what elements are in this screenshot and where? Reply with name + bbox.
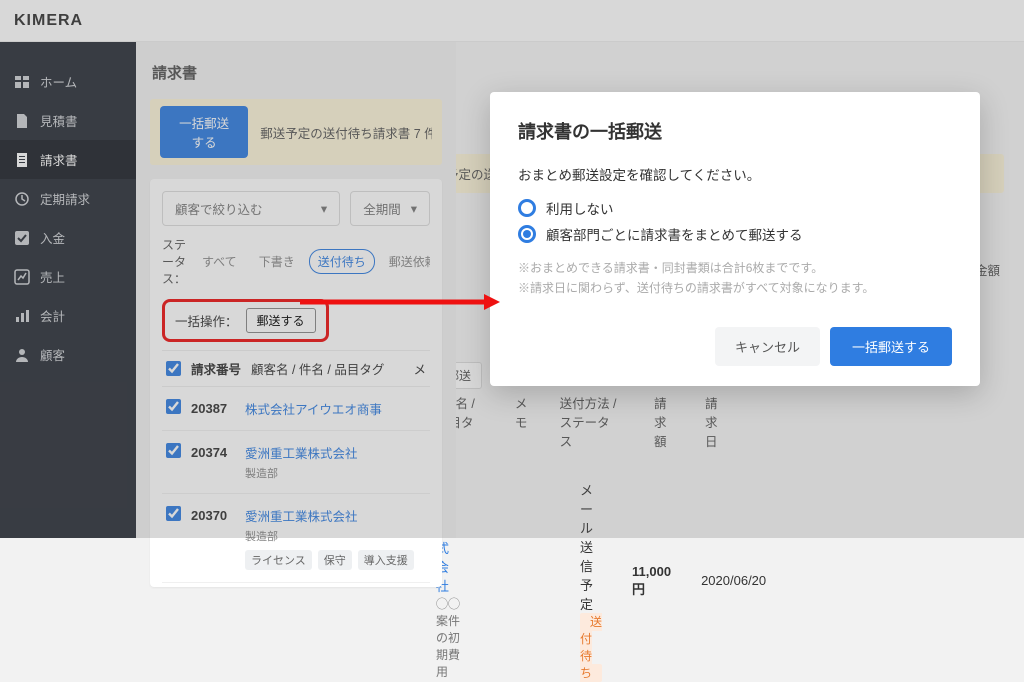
radio-label: 利用しない [546, 198, 614, 218]
modal-subtitle: おまとめ郵送設定を確認してください。 [518, 164, 952, 184]
radio-icon [518, 225, 536, 243]
status-badge: 送付待ち [580, 613, 602, 682]
bg-row-amount: 11,000 円 [632, 564, 671, 598]
cancel-button[interactable]: キャンセル [715, 327, 820, 366]
modal-note-line: ※請求日に関わらず、送付待ちの請求書がすべて対象になります。 [518, 278, 952, 298]
bg-row-subject: ◯◯案件の初期費用 [436, 595, 460, 680]
modal-title: 請求書の一括郵送 [518, 118, 952, 144]
modal-actions: キャンセル 一括郵送する [518, 327, 952, 366]
bulk-mail-modal: 請求書の一括郵送 おまとめ郵送設定を確認してください。 利用しない 顧客部門ごと… [490, 92, 980, 386]
modal-notes: ※おまとめできる請求書・同封書類は合計6枚までです。 ※請求日に関わらず、送付待… [518, 258, 952, 299]
modal-note-line: ※おまとめできる請求書・同封書類は合計6枚までです。 [518, 258, 952, 278]
radio-option-group[interactable]: 顧客部門ごとに請求書をまとめて郵送する [518, 224, 952, 244]
tag: ライセンス [245, 550, 312, 570]
tag: 導入支援 [358, 550, 414, 570]
tag: 保守 [318, 550, 352, 570]
submit-button[interactable]: 一括郵送する [830, 327, 952, 366]
row-tags: ライセンス 保守 導入支援 [245, 550, 414, 570]
bg-row-date: 2020/06/20 [701, 573, 766, 588]
radio-icon [518, 199, 536, 217]
radio-label: 顧客部門ごとに請求書をまとめて郵送する [546, 224, 803, 244]
radio-option-none[interactable]: 利用しない [518, 198, 952, 218]
